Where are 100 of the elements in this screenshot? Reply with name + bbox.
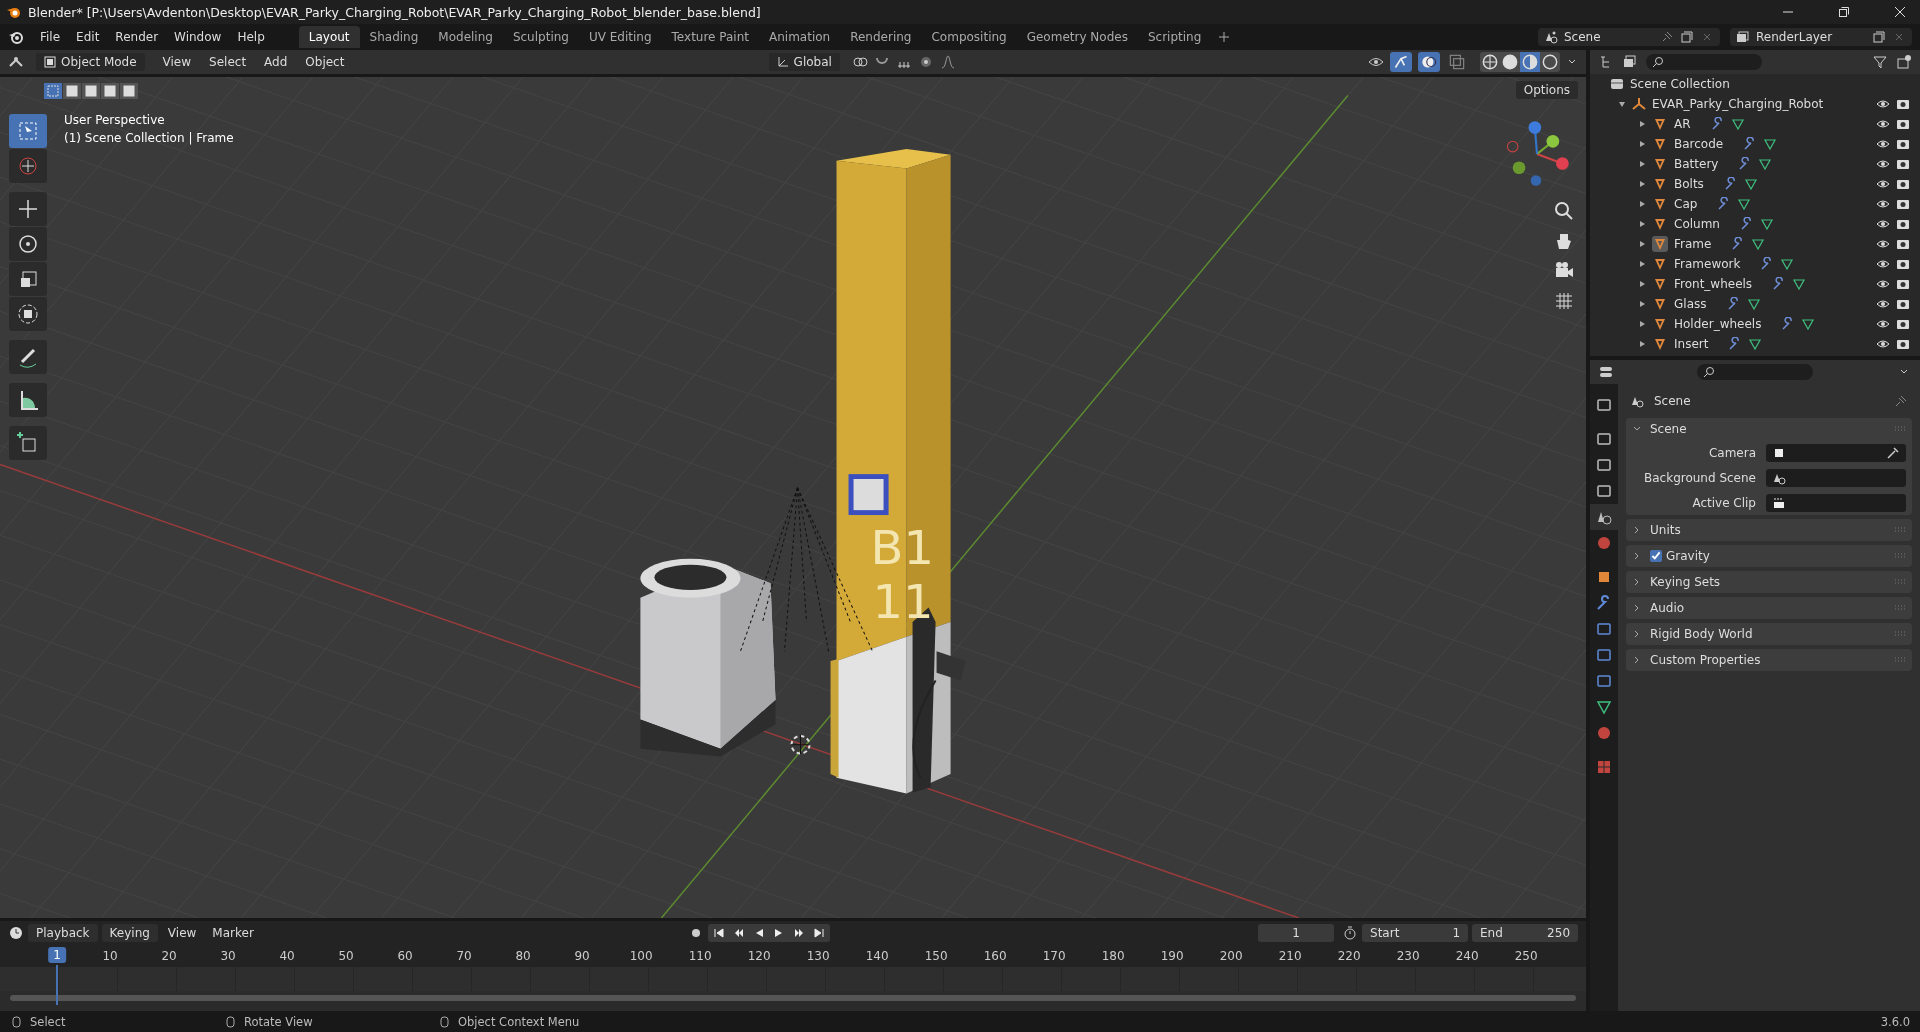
display-mode-icon[interactable] [1622,54,1638,70]
options-button[interactable]: Options [1515,81,1578,99]
falloff-icon[interactable] [939,54,956,70]
eye-icon[interactable] [1876,277,1890,291]
menu-item[interactable]: Object [299,53,351,71]
menu-item[interactable]: File [34,28,67,46]
disclosure-triangle-icon[interactable] [1638,200,1646,208]
drag-handle-icon[interactable] [1894,631,1906,637]
rotate-icon[interactable] [9,227,47,261]
wrench-icon[interactable] [1710,117,1725,131]
select-mode-icon[interactable] [120,83,138,99]
disclosure-triangle-icon[interactable] [1638,220,1646,228]
add-icon[interactable] [1219,32,1230,42]
panel-title[interactable]: Units [1650,523,1681,537]
outliner-item[interactable]: Scene Collection [1630,77,1730,91]
end-frame-field[interactable]: End 250 [1472,924,1578,942]
panel-title[interactable]: Audio [1650,601,1685,615]
disclosure-triangle-icon[interactable] [1638,300,1646,308]
eye-icon[interactable] [1876,177,1890,191]
disclosure-triangle-icon[interactable] [1638,320,1646,328]
triangle-icon[interactable] [1652,136,1668,152]
select-mode-icon[interactable] [101,83,119,99]
cursor-icon[interactable] [9,149,47,183]
eye-icon[interactable] [1876,157,1890,171]
disclosure-triangle-icon[interactable] [1638,240,1646,248]
disclosure-triangle-icon[interactable] [1638,180,1646,188]
workspace-tab[interactable]: Geometry Nodes [1016,26,1138,48]
menu-item[interactable]: Help [231,28,271,46]
menu-item[interactable]: Marker [206,924,260,942]
outliner-item[interactable]: Glass [1674,297,1707,311]
mesh-icon[interactable] [1737,197,1752,211]
triangle-icon[interactable] [1652,236,1668,252]
mesh-icon[interactable] [1746,297,1761,311]
workspace-tab[interactable]: Compositing [921,26,1017,48]
triangle-icon[interactable] [1652,296,1668,312]
solid-sphere-icon[interactable] [1500,52,1520,72]
stopwatch-icon[interactable] [1342,925,1358,941]
eye-icon[interactable] [1876,257,1890,271]
search-field[interactable] [1646,54,1762,70]
triangle-icon[interactable] [1652,216,1668,232]
menu-item[interactable]: Add [258,53,294,71]
eyedropper-icon[interactable] [1886,445,1900,460]
mesh-icon[interactable] [1780,257,1795,271]
ruler-icon[interactable] [9,383,47,417]
eye-icon[interactable] [1876,217,1890,231]
mesh-icon[interactable] [1801,317,1816,331]
menu-item[interactable]: Edit [70,28,106,46]
workspace-tab[interactable]: Scripting [1137,26,1212,48]
triangle-icon[interactable] [1652,336,1668,352]
drag-handle-icon[interactable] [1894,426,1906,432]
drag-handle-icon[interactable] [1894,657,1906,663]
workspace-tab[interactable]: Texture Paint [661,26,759,48]
mode-dropdown[interactable]: Object Mode [36,53,145,71]
eye-icon[interactable] [1876,297,1890,311]
drag-handle-icon[interactable] [1894,579,1906,585]
material-sphere-icon[interactable] [1520,52,1540,72]
scale-icon[interactable] [9,262,47,296]
robot-drawing[interactable] [640,558,776,757]
disclosure-triangle-icon[interactable] [1638,340,1646,348]
pin-icon[interactable] [1660,30,1674,44]
eye-icon[interactable] [1876,97,1890,111]
drag-handle-icon[interactable] [1894,527,1906,533]
eye-icon[interactable] [1876,197,1890,211]
menu-dropdown[interactable]: Keying [101,924,158,942]
wrench-icon[interactable] [1739,217,1754,231]
disclosure-triangle-icon[interactable] [1638,120,1646,128]
outliner-item[interactable]: Front_wheels [1674,277,1753,291]
disclosure-triangle-icon[interactable] [1638,260,1646,268]
outliner-item[interactable]: Insert [1674,337,1709,351]
mesh-icon[interactable] [1743,177,1758,191]
triangle-icon[interactable] [1652,176,1668,192]
mesh-icon[interactable] [1730,117,1745,131]
add-cube-icon[interactable] [9,426,47,460]
menu-item[interactable]: View [161,924,203,942]
clock-icon[interactable] [8,925,24,941]
move-icon[interactable] [9,192,47,226]
scene-icon[interactable] [1590,504,1618,530]
pin-icon[interactable] [1894,394,1908,408]
mesh-icon[interactable] [1751,237,1766,251]
workspace-tab[interactable]: Sculpting [502,26,579,48]
outliner-item[interactable]: Cap [1674,197,1698,211]
current-frame-field[interactable]: 1 [1258,924,1334,942]
panel-title[interactable]: Gravity [1666,549,1710,563]
disclosure-triangle-icon[interactable] [1638,140,1646,148]
panel-title[interactable]: Custom Properties [1650,653,1761,667]
workspace-tab[interactable]: Animation [759,26,841,48]
workspace-tab[interactable]: UV Editing [578,26,662,48]
menu-item[interactable]: Render [109,28,165,46]
disclosure-triangle-icon[interactable] [1638,280,1646,288]
mesh-icon[interactable] [1763,137,1778,151]
pivot-icon[interactable] [851,54,868,70]
menu-item[interactable]: Select [203,53,253,71]
triangle-icon[interactable] [1652,276,1668,292]
menu-dropdown[interactable]: Playback [28,924,98,942]
outliner-item[interactable]: EVAR_Parky_Charging_Robot [1652,97,1824,111]
menu-item[interactable]: Window [168,28,228,46]
outliner-item[interactable]: Barcode [1674,137,1724,151]
disclosure-triangle-icon[interactable] [1618,100,1626,108]
drag-handle-icon[interactable] [1894,553,1906,559]
charging-column-drawing[interactable] [830,149,951,794]
